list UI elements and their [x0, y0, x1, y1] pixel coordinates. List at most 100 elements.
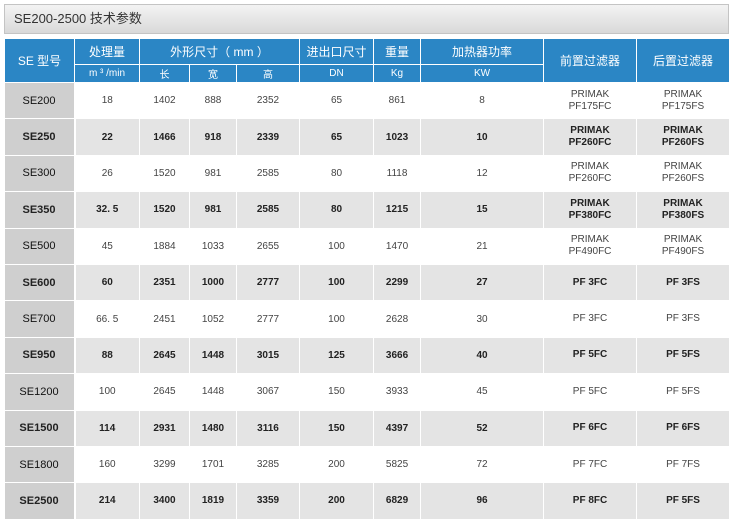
port-cell: 200 — [299, 446, 375, 484]
pre-filter-cell: PRIMAK PF380FC — [543, 191, 638, 229]
filter-line: PRIMAK — [663, 161, 703, 173]
table-row: SE700 66. 5 2451 1052 2777 100 2628 30 PF 3FC PF … — [4, 300, 731, 338]
filter-line: PF380FC — [568, 209, 612, 221]
model-cell: SE600 — [4, 264, 76, 302]
port-cell: 100 — [299, 264, 375, 302]
post-filter-cell: PF 5FS — [636, 482, 731, 520]
height-cell: 2585 — [236, 191, 301, 229]
table-row: SE1500 114 2931 1480 3116 150 4397 52 PF 6FC PF 6… — [4, 410, 731, 447]
length-cell: 1884 — [139, 228, 190, 265]
height-cell: 3116 — [236, 410, 301, 447]
weight-cell: 3933 — [373, 373, 422, 411]
flow-cell: 160 — [74, 446, 140, 484]
heater-cell: 40 — [420, 337, 545, 375]
heater-cell: 12 — [420, 155, 545, 193]
heater-cell: 52 — [420, 410, 545, 447]
filter-line: PRIMAK — [570, 125, 610, 137]
heater-cell: 45 — [420, 373, 545, 411]
flow-cell: 32. 5 — [74, 191, 140, 229]
filter-line: PF 6FC — [572, 422, 608, 434]
filter-line: PRIMAK — [663, 125, 703, 137]
filter-line: PF175FS — [661, 100, 705, 112]
post-filter-cell: PF 3FS — [636, 300, 731, 338]
pre-filter-cell: PF 3FC — [543, 300, 638, 338]
port-cell: 125 — [299, 337, 375, 375]
filter-line: PRIMAK — [663, 197, 703, 209]
filter-line: PF 7FC — [572, 458, 608, 470]
table-row: SE350 32. 5 1520 981 2585 80 1215 15 PRIMAK PF380… — [4, 191, 731, 229]
flow-cell: 60 — [74, 264, 140, 302]
height-cell: 2339 — [236, 118, 301, 156]
filter-line: PF 5FC — [572, 385, 608, 397]
width-cell: 1052 — [189, 300, 237, 338]
post-filter-cell: PF 3FS — [636, 264, 731, 302]
height-cell: 2585 — [236, 155, 301, 193]
width-cell: 918 — [189, 118, 237, 156]
model-cell: SE1500 — [4, 410, 76, 447]
height-cell: 2777 — [236, 264, 301, 302]
flow-cell: 88 — [74, 337, 140, 375]
table-row: SE250 22 1466 918 2339 65 1023 10 PRIMAK PF260FC P… — [4, 118, 731, 156]
port-cell: 150 — [299, 410, 375, 447]
height-cell: 3285 — [236, 446, 301, 484]
header-pre-filter: 前置过滤器 — [543, 38, 638, 83]
pre-filter-cell: PF 6FC — [543, 410, 638, 447]
header-flow-unit: m ³ /min — [74, 64, 140, 83]
heater-cell: 27 — [420, 264, 545, 302]
filter-line: PRIMAK — [570, 161, 610, 173]
length-cell: 3400 — [139, 482, 190, 520]
table-title: SE200-2500 技术参数 — [4, 4, 729, 34]
height-cell: 2777 — [236, 300, 301, 338]
filter-line: PF 5FS — [666, 494, 700, 506]
port-cell: 65 — [299, 118, 375, 156]
port-cell: 65 — [299, 82, 375, 120]
table-row: SE2500 214 3400 1819 3359 200 6829 96 PF 8FC PF 5… — [4, 482, 731, 520]
table-row: SE500 45 1884 1033 2655 100 1470 21 PRIMAK PF490F… — [4, 228, 731, 265]
length-cell: 3299 — [139, 446, 190, 484]
pre-filter-cell: PF 5FC — [543, 373, 638, 411]
port-cell: 150 — [299, 373, 375, 411]
weight-cell: 3666 — [373, 337, 422, 375]
pre-filter-cell: PRIMAK PF175FC — [543, 82, 638, 120]
length-cell: 2645 — [139, 337, 190, 375]
flow-cell: 66. 5 — [74, 300, 140, 338]
header-weight-unit: Kg — [373, 64, 422, 83]
weight-cell: 2299 — [373, 264, 422, 302]
header-port-unit: DN — [299, 64, 375, 83]
weight-cell: 1023 — [373, 118, 422, 156]
width-cell: 1701 — [189, 446, 237, 484]
width-cell: 1000 — [189, 264, 237, 302]
width-cell: 1480 — [189, 410, 237, 447]
pre-filter-cell: PF 5FC — [543, 337, 638, 375]
heater-cell: 8 — [420, 82, 545, 120]
filter-line: PF490FC — [568, 246, 612, 258]
port-cell: 200 — [299, 482, 375, 520]
width-cell: 981 — [189, 191, 237, 229]
width-cell: 1033 — [189, 228, 237, 265]
weight-cell: 6829 — [373, 482, 422, 520]
header-heater-unit: KW — [420, 64, 545, 83]
table-row: SE950 88 2645 1448 3015 125 3666 40 PF 5FC PF 5FS — [4, 337, 731, 375]
header-height: 高 — [235, 64, 301, 83]
pre-filter-cell: PF 8FC — [543, 482, 638, 520]
weight-cell: 5825 — [373, 446, 422, 484]
model-cell: SE200 — [4, 82, 76, 120]
filter-line: PF 5FS — [666, 349, 700, 361]
width-cell: 1448 — [189, 337, 237, 375]
post-filter-cell: PRIMAK PF490FS — [636, 228, 731, 265]
flow-cell: 214 — [74, 482, 140, 520]
height-cell: 2352 — [236, 82, 301, 120]
width-cell: 981 — [189, 155, 237, 193]
height-cell: 3015 — [236, 337, 301, 375]
weight-cell: 861 — [373, 82, 422, 120]
height-cell: 3359 — [236, 482, 301, 520]
filter-line: PRIMAK — [570, 197, 610, 209]
pre-filter-cell: PRIMAK PF260FC — [543, 118, 638, 156]
model-cell: SE1800 — [4, 446, 76, 484]
heater-cell: 30 — [420, 300, 545, 338]
pre-filter-cell: PF 7FC — [543, 446, 638, 484]
filter-line: PF 5FC — [572, 349, 608, 361]
filter-line: PF 6FS — [666, 422, 700, 434]
filter-line: PRIMAK — [663, 88, 703, 100]
flow-cell: 26 — [74, 155, 140, 193]
